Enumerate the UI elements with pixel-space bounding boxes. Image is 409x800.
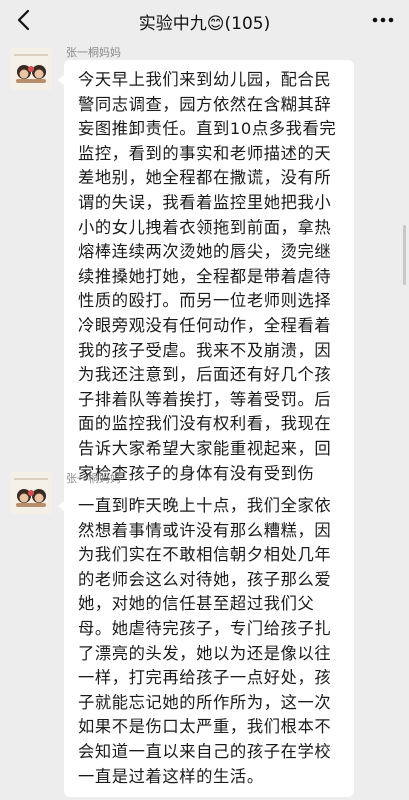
avatar[interactable]	[10, 48, 52, 90]
message-bubble[interactable]: 一直到昨天晚上十点，我们全家依然想着事情或许没有那么糟糕，因为我们实在不敢相信朝…	[58, 486, 354, 798]
sender-name: 张一桐妈妈	[66, 46, 121, 59]
sender-name: 张一桐妈妈	[66, 472, 121, 485]
more-button[interactable]	[371, 10, 395, 30]
message-item: 张一桐妈妈 一直到昨天晚上十点，我们全家依然想着事情或许没有那么糟糕，因为我们实…	[0, 468, 409, 798]
scrollbar-thumb[interactable]	[403, 225, 406, 285]
message-bubble[interactable]: 今天早上我们来到幼儿园，配合民警同志调查，园方依然在含糊其辞妄图推卸责任。直到1…	[58, 60, 354, 519]
message-item: 张一桐妈妈 今天早上我们来到幼儿园，配合民警同志调查，园方依然在含糊其辞妄图推卸…	[0, 40, 409, 519]
ellipsis-icon	[372, 17, 394, 23]
chat-header: 实验中九😊(105)	[0, 0, 409, 40]
avatar[interactable]	[10, 472, 52, 514]
input-bar-edge	[0, 790, 409, 800]
chat-title: 实验中九😊(105)	[138, 14, 271, 34]
avatar-image	[10, 48, 52, 90]
avatar-image	[10, 472, 52, 514]
